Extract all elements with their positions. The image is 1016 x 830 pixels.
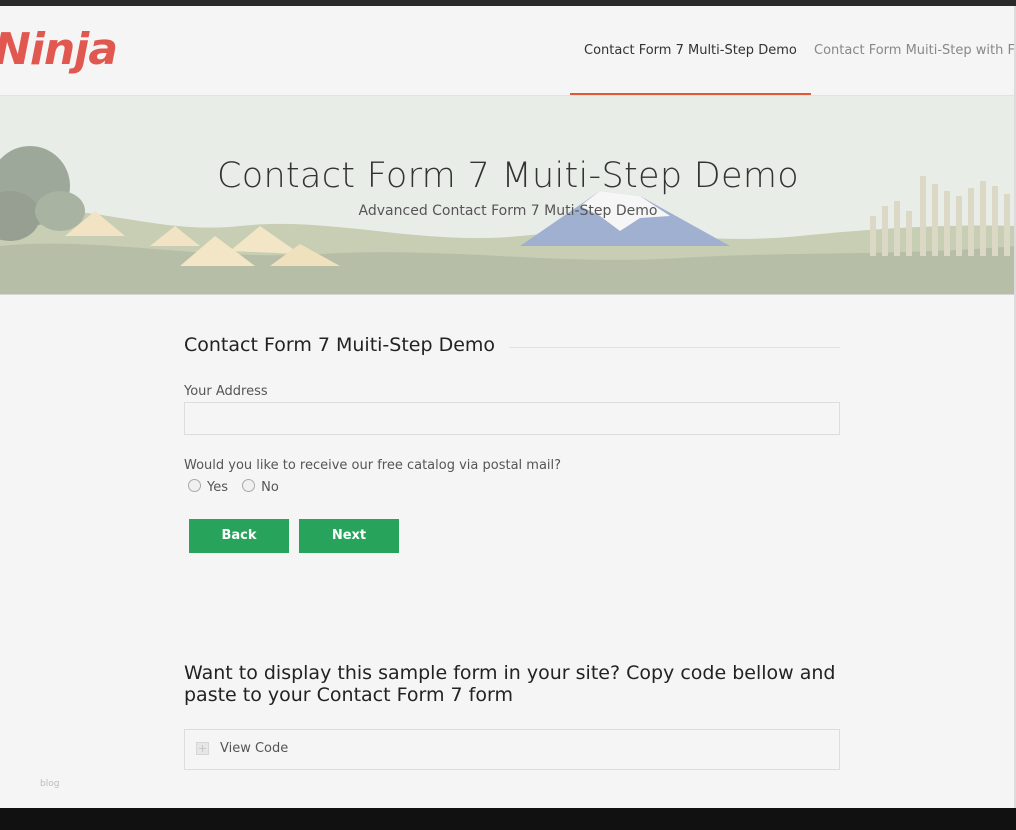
nav-item-multistep-demo[interactable]: Contact Form 7 Multi-Step Demo (570, 6, 811, 95)
view-code-accordion[interactable]: View Code (184, 729, 840, 770)
cta-line-2: paste to your Contact Form 7 form (184, 684, 513, 706)
radio-option-yes[interactable]: Yes (188, 479, 228, 495)
back-button[interactable]: Back (189, 519, 289, 553)
watermark: blog (40, 779, 60, 789)
address-label: Your Address (184, 384, 268, 399)
view-code-label[interactable]: View Code (220, 741, 288, 756)
hero-subtitle: Advanced Contact Form 7 Muti-Step Demo (358, 203, 658, 219)
form-title: Contact Form 7 Muiti-Step Demo (184, 334, 510, 356)
radio-yes-label: Yes (207, 480, 228, 495)
radio-no-label: No (261, 480, 279, 495)
hero-banner: Contact Form 7 Muiti-Step Demo Advanced … (0, 96, 1016, 295)
next-button[interactable]: Next (299, 519, 399, 553)
cta-heading: Want to display this sample form in your… (184, 662, 854, 706)
site-header: Ninja Contact Form 7 Multi-Step Demo Con… (0, 6, 1016, 96)
catalog-radio-group: Yes No (188, 479, 289, 495)
catalog-question: Would you like to receive our free catal… (184, 458, 562, 473)
cta-line-1: Want to display this sample form in your… (184, 662, 836, 684)
footer-bar (0, 808, 1016, 830)
address-input[interactable] (184, 402, 840, 435)
form-section: Contact Form 7 Muiti-Step Demo (184, 330, 840, 364)
page: Ninja Contact Form 7 Multi-Step Demo Con… (0, 0, 1016, 830)
site-logo[interactable]: Ninja (0, 24, 118, 76)
radio-no[interactable] (242, 479, 256, 492)
radio-option-no[interactable]: No (242, 479, 279, 495)
plus-icon[interactable] (196, 742, 209, 755)
nav-item-multistep-with-fa[interactable]: Contact Form Muiti-Step with Fa (814, 6, 1016, 95)
hero-title: Contact Form 7 Muiti-Step Demo (217, 156, 799, 196)
radio-yes[interactable] (188, 479, 201, 492)
form-title-row: Contact Form 7 Muiti-Step Demo (184, 330, 840, 364)
